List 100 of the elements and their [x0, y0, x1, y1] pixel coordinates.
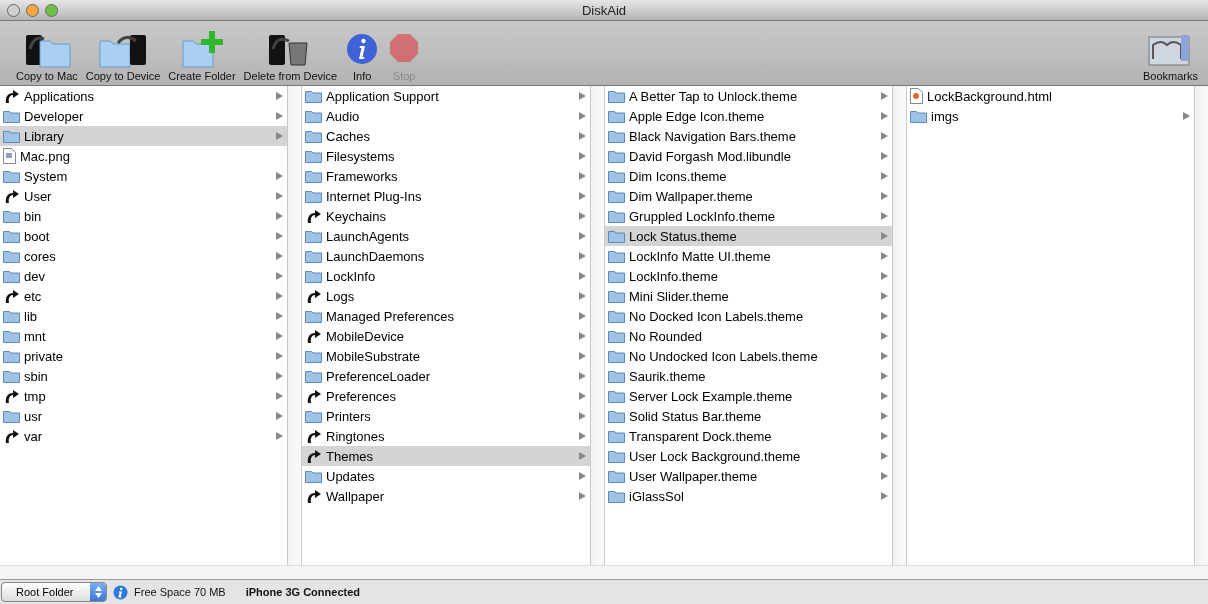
- close-button[interactable]: [7, 3, 20, 17]
- file-list-item[interactable]: Saurik.theme: [605, 366, 892, 386]
- curved-arrow-icon: [305, 208, 322, 224]
- folder-icon: [608, 329, 625, 343]
- file-list-item[interactable]: Mac.png: [0, 146, 287, 166]
- file-list-item[interactable]: No Rounded: [605, 326, 892, 346]
- file-list-item[interactable]: tmp: [0, 386, 287, 406]
- file-list-item[interactable]: LaunchAgents: [302, 226, 590, 246]
- file-list-item[interactable]: Updates: [302, 466, 590, 486]
- file-list-item[interactable]: System: [0, 166, 287, 186]
- file-list-item[interactable]: Transparent Dock.theme: [605, 426, 892, 446]
- folder-icon: [608, 169, 625, 183]
- file-list-item[interactable]: Apple Edge Icon.theme: [605, 106, 892, 126]
- folder-icon: [305, 269, 322, 283]
- file-list-item[interactable]: Printers: [302, 406, 590, 426]
- file-list-item[interactable]: dev: [0, 266, 287, 286]
- file-list-item[interactable]: LaunchDaemons: [302, 246, 590, 266]
- file-list-item[interactable]: Ringtones: [302, 426, 590, 446]
- file-list-item[interactable]: private: [0, 346, 287, 366]
- expand-arrow-icon: [881, 192, 888, 200]
- toolbar-button[interactable]: Info: [343, 29, 382, 82]
- expand-arrow-icon: [579, 192, 586, 200]
- toolbar-button[interactable]: Copy to Device: [83, 29, 163, 82]
- file-list-item[interactable]: Wallpaper: [302, 486, 590, 506]
- file-list-item[interactable]: sbin: [0, 366, 287, 386]
- file-list-item[interactable]: Themes: [302, 446, 590, 466]
- expand-arrow-icon: [579, 212, 586, 220]
- file-list-item[interactable]: Developer: [0, 106, 287, 126]
- expand-arrow-icon: [276, 112, 283, 120]
- file-list-item[interactable]: User Wallpaper.theme: [605, 466, 892, 486]
- file-list-item[interactable]: bin: [0, 206, 287, 226]
- file-list-item[interactable]: Frameworks: [302, 166, 590, 186]
- folder-icon: [3, 109, 20, 123]
- toolbar-button[interactable]: Delete from Device: [241, 29, 340, 82]
- expand-arrow-icon: [579, 112, 586, 120]
- file-list-item[interactable]: No Undocked Icon Labels.theme: [605, 346, 892, 366]
- file-list-item[interactable]: var: [0, 426, 287, 446]
- file-list-item[interactable]: Library: [0, 126, 287, 146]
- folder-icon: [608, 469, 625, 483]
- expand-arrow-icon: [579, 272, 586, 280]
- file-list-item[interactable]: User Lock Background.theme: [605, 446, 892, 466]
- file-list-item[interactable]: LockInfo: [302, 266, 590, 286]
- file-list-item[interactable]: LockInfo Matte UI.theme: [605, 246, 892, 266]
- file-list-item[interactable]: imgs: [907, 106, 1194, 126]
- file-list-item[interactable]: LockInfo.theme: [605, 266, 892, 286]
- file-list-item[interactable]: Managed Preferences: [302, 306, 590, 326]
- file-list-item[interactable]: etc: [0, 286, 287, 306]
- file-list-item[interactable]: lib: [0, 306, 287, 326]
- toolbar-button[interactable]: Create Folder: [166, 29, 238, 82]
- location-popup[interactable]: Root Folder: [1, 582, 107, 602]
- bookmarks-button[interactable]: Bookmarks: [1140, 29, 1200, 82]
- curved-arrow-icon: [3, 428, 20, 444]
- free-space-label: Free Space 70 MB: [134, 586, 226, 598]
- file-list-item[interactable]: Internet Plug-Ins: [302, 186, 590, 206]
- file-list-item[interactable]: PreferenceLoader: [302, 366, 590, 386]
- folder-icon: [3, 349, 20, 363]
- file-list-item[interactable]: cores: [0, 246, 287, 266]
- file-list-item[interactable]: Lock Status.theme: [605, 226, 892, 246]
- file-list-item[interactable]: Preferences: [302, 386, 590, 406]
- file-list-item[interactable]: Audio: [302, 106, 590, 126]
- file-list-item[interactable]: Mini Slider.theme: [605, 286, 892, 306]
- expand-arrow-icon: [881, 412, 888, 420]
- folder-icon: [608, 109, 625, 123]
- expand-arrow-icon: [881, 372, 888, 380]
- file-list-item[interactable]: User: [0, 186, 287, 206]
- file-list-item[interactable]: iGlassSol: [605, 486, 892, 506]
- file-list-item[interactable]: Solid Status Bar.theme: [605, 406, 892, 426]
- zoom-button[interactable]: [45, 3, 58, 17]
- file-list-item[interactable]: Dim Wallpaper.theme: [605, 186, 892, 206]
- toolbar-button[interactable]: Copy to Mac: [14, 29, 80, 82]
- file-list-item[interactable]: Keychains: [302, 206, 590, 226]
- expand-arrow-icon: [579, 432, 586, 440]
- expand-arrow-icon: [579, 352, 586, 360]
- file-list-item[interactable]: usr: [0, 406, 287, 426]
- file-list-item[interactable]: Gruppled LockInfo.theme: [605, 206, 892, 226]
- file-list-item[interactable]: David Forgash Mod.libundle: [605, 146, 892, 166]
- file-list-item[interactable]: boot: [0, 226, 287, 246]
- expand-arrow-icon: [881, 252, 888, 260]
- image-file-icon: [3, 148, 16, 164]
- curved-arrow-icon: [305, 428, 322, 444]
- folder-icon: [910, 109, 927, 123]
- file-list-item[interactable]: Server Lock Example.theme: [605, 386, 892, 406]
- file-list-item[interactable]: MobileSubstrate: [302, 346, 590, 366]
- file-list-item[interactable]: Filesystems: [302, 146, 590, 166]
- file-list-item[interactable]: mnt: [0, 326, 287, 346]
- minimize-button[interactable]: [26, 3, 39, 17]
- file-list-item[interactable]: Black Navigation Bars.theme: [605, 126, 892, 146]
- expand-arrow-icon: [579, 492, 586, 500]
- file-list-item[interactable]: Caches: [302, 126, 590, 146]
- file-list-item[interactable]: MobileDevice: [302, 326, 590, 346]
- file-list-item[interactable]: Logs: [302, 286, 590, 306]
- expand-arrow-icon: [881, 232, 888, 240]
- file-list-item[interactable]: Dim Icons.theme: [605, 166, 892, 186]
- folder-icon: [305, 169, 322, 183]
- file-list-item[interactable]: Applications: [0, 86, 287, 106]
- file-list-item[interactable]: Application Support: [302, 86, 590, 106]
- file-list-item[interactable]: LockBackground.html: [907, 86, 1194, 106]
- file-list-item[interactable]: No Docked Icon Labels.theme: [605, 306, 892, 326]
- folder-icon: [3, 329, 20, 343]
- file-list-item[interactable]: A Better Tap to Unlock.theme: [605, 86, 892, 106]
